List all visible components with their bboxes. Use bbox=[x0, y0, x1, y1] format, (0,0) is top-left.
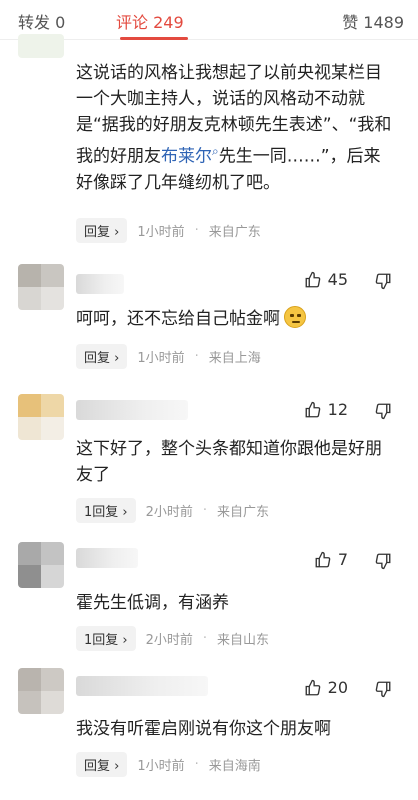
like-count: 12 bbox=[327, 400, 348, 419]
thumb-up-icon bbox=[305, 401, 320, 417]
search-icon: ⌕ bbox=[212, 144, 219, 158]
search-link[interactable]: 布莱尔 bbox=[161, 147, 212, 167]
thinking-face-icon bbox=[284, 306, 306, 328]
comment-meta: 回复 › 1小时前 · 来自上海 bbox=[76, 344, 261, 369]
thumb-down-icon[interactable] bbox=[374, 402, 392, 420]
comment-text: 呵呵，还不忘给自己帖金啊 bbox=[76, 306, 396, 332]
comment-text: 霍先生低调，有涵养 bbox=[76, 593, 229, 613]
comment-meta: 1回复 › 2小时前 · 来自广东 bbox=[76, 498, 269, 523]
comment-item: 12 这下好了，整个头条都知道你跟他是好朋友了 1回复 › 2小时前 · 来自广… bbox=[0, 390, 418, 540]
comment-item: 45 呵呵，还不忘给自己帖金啊 回复 › 1小时前 · 来自上海 bbox=[0, 260, 418, 390]
comment-location: 来自山东 bbox=[217, 633, 270, 648]
avatar[interactable] bbox=[18, 34, 64, 58]
comment-meta: 回复 › 1小时前 · 来自广东 bbox=[76, 218, 261, 243]
separator-dot: · bbox=[202, 631, 208, 646]
comment-item: 20 我没有听霍启刚说有你这个朋友啊 回复 › 1小时前 · 来自海南 bbox=[0, 664, 418, 800]
username[interactable] bbox=[76, 274, 124, 294]
avatar[interactable] bbox=[18, 394, 64, 440]
reply-button[interactable]: 回复 › bbox=[76, 344, 128, 369]
comment-time: 1小时前 bbox=[137, 759, 185, 774]
comment-meta: 1回复 › 2小时前 · 来自山东 bbox=[76, 626, 269, 651]
comment-time: 1小时前 bbox=[137, 351, 185, 366]
comment-text: 我没有听霍启刚说有你这个朋友啊 bbox=[76, 719, 331, 739]
username[interactable] bbox=[76, 400, 188, 420]
like-count: 20 bbox=[327, 678, 348, 697]
avatar[interactable] bbox=[18, 542, 64, 588]
separator-dot: · bbox=[194, 349, 199, 364]
thumb-down-icon[interactable] bbox=[374, 552, 392, 570]
comment-item: 这说话的风格让我想起了以前央视某栏目一个大咖主持人，说话的风格动不动就是“据我的… bbox=[0, 34, 418, 250]
tab-like[interactable]: 赞 1489 bbox=[342, 9, 404, 33]
tab-comment[interactable]: 评论 249 bbox=[116, 9, 184, 33]
thumb-down-icon[interactable] bbox=[374, 680, 392, 698]
comment-text: 这下好了，整个头条都知道你跟他是好朋友了 bbox=[76, 439, 382, 485]
separator-dot: · bbox=[202, 503, 208, 518]
thumb-up-icon bbox=[305, 679, 320, 695]
comment-location: 来自上海 bbox=[208, 351, 261, 366]
comment-meta: 回复 › 1小时前 · 来自海南 bbox=[76, 752, 261, 777]
like-button[interactable]: 20 bbox=[304, 678, 348, 697]
reply-button[interactable]: 回复 › bbox=[76, 752, 128, 777]
separator-dot: · bbox=[194, 757, 199, 772]
comment-text: 这说话的风格让我想起了以前央视某栏目一个大咖主持人，说话的风格动不动就是“据我的… bbox=[76, 63, 392, 193]
comment-location: 来自海南 bbox=[208, 759, 261, 774]
reply-button[interactable]: 1回复 › bbox=[76, 498, 136, 523]
thumb-up-icon bbox=[305, 271, 320, 287]
like-button[interactable]: 7 bbox=[314, 550, 348, 569]
thumb-up-icon bbox=[315, 551, 331, 567]
comment-time: 2小时前 bbox=[145, 505, 193, 520]
comment-time: 2小时前 bbox=[145, 633, 193, 648]
avatar[interactable] bbox=[18, 668, 64, 714]
like-count: 7 bbox=[337, 550, 348, 569]
comment-item: 7 霍先生低调，有涵养 1回复 › 2小时前 · 来自山东 bbox=[0, 540, 418, 660]
like-button[interactable]: 45 bbox=[304, 270, 348, 289]
comment-location: 来自广东 bbox=[217, 505, 270, 520]
like-count: 45 bbox=[327, 270, 348, 289]
thumb-down-icon[interactable] bbox=[374, 272, 392, 290]
avatar[interactable] bbox=[18, 264, 64, 310]
tab-repost[interactable]: 转发 0 bbox=[18, 9, 65, 33]
username[interactable] bbox=[76, 676, 208, 696]
comment-time: 1小时前 bbox=[137, 225, 185, 240]
comment-location: 来自广东 bbox=[208, 225, 261, 240]
reply-button[interactable]: 1回复 › bbox=[76, 626, 136, 651]
reply-button[interactable]: 回复 › bbox=[76, 218, 128, 243]
like-button[interactable]: 12 bbox=[304, 400, 348, 419]
separator-dot: · bbox=[194, 223, 199, 238]
username[interactable] bbox=[76, 548, 138, 568]
